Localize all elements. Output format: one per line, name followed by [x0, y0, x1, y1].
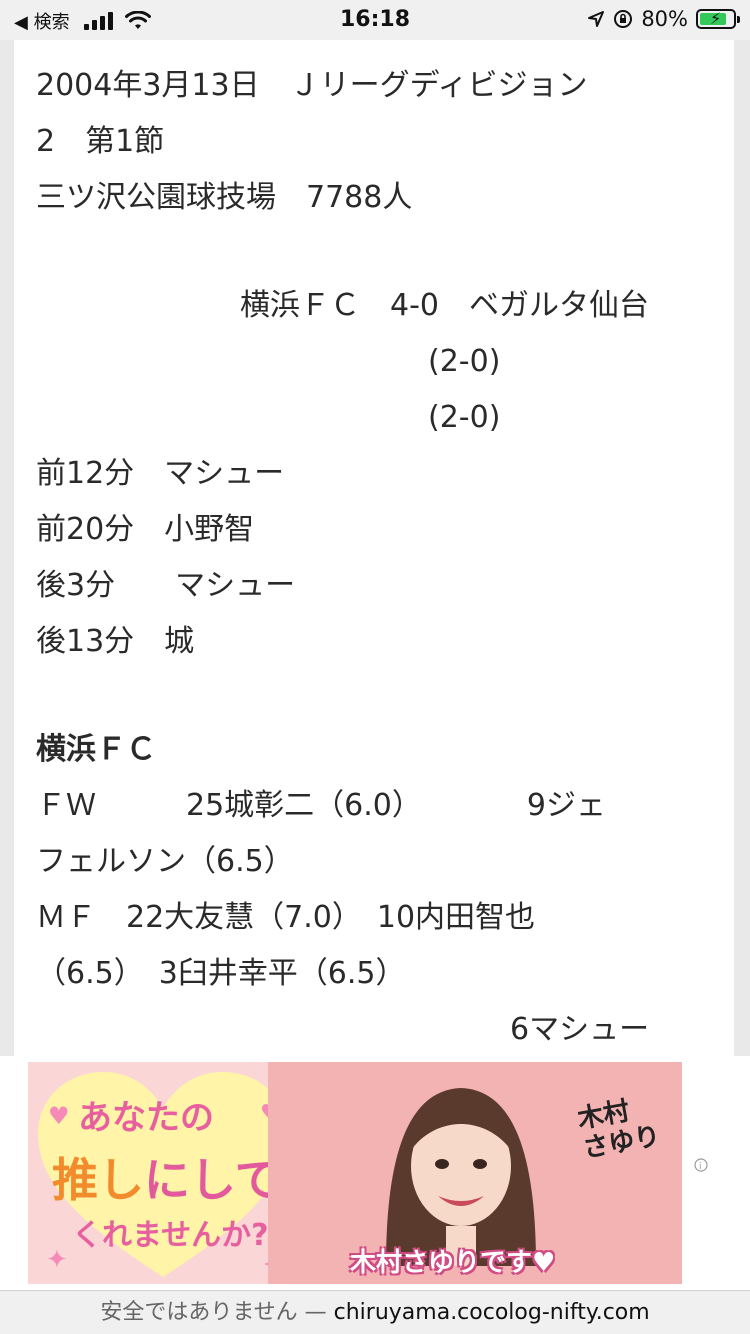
location-icon [588, 11, 605, 27]
match-date-line: 2004年3月13日 Ｊリーグディビジョン [36, 68, 588, 103]
ad-headline-1: あなたの [78, 1098, 214, 1138]
charging-icon: ⚡ [710, 9, 722, 28]
battery-percent: 80% [641, 7, 688, 31]
goal-line: 前20分 小野智 [36, 512, 255, 547]
goal-line: 後3分 マシュー [36, 568, 296, 603]
status-bar: ◀ 検索 16:18 80% ⚡ [0, 0, 750, 40]
first-half-score: (2-0) [428, 344, 501, 379]
svg-text:✦: ✦ [46, 1245, 68, 1275]
lineup-line: ＦＷ 25城彰二（6.0） 9ジェ [36, 788, 606, 823]
lineup-line: ＭＦ 22大友慧（7.0） 10内田智也 [36, 900, 536, 935]
lineup-line: （6.5） 3臼井幸平（6.5） [36, 956, 406, 991]
ad-signature: 木村 さゆり [575, 1096, 663, 1165]
battery-icon: ⚡ [696, 9, 740, 29]
svg-text:♥: ♥ [48, 1102, 70, 1130]
banner-ad[interactable]: ♥ ♥ ✦ ✦ あなたの 推しにして くれませんか? 木村さゆりです♥ 木村 さ… [0, 1056, 750, 1290]
ad-creative[interactable]: ♥ ♥ ✦ ✦ あなたの 推しにして くれませんか? 木村さゆりです♥ 木村 さ… [28, 1062, 682, 1284]
ad-photo: 木村さゆりです♥ 木村 さゆり [268, 1062, 682, 1284]
url-host[interactable]: chiruyama.cocolog-nifty.com [334, 1300, 650, 1325]
ad-headline-rest: にして [144, 1153, 281, 1207]
match-round-line: 2 第1節 [36, 124, 165, 159]
ad-headline-2: 推しにして [52, 1144, 281, 1210]
lineup-line: 6マシュー [510, 1012, 650, 1047]
second-half-score: (2-0) [428, 400, 501, 435]
address-bar[interactable]: 安全ではありません — chiruyama.cocolog-nifty.com [0, 1290, 750, 1334]
ad-info-icon[interactable]: i [694, 1158, 708, 1172]
status-right: 80% ⚡ [587, 7, 740, 31]
lineup-line: フェルソン（6.5） [36, 844, 294, 879]
security-warning: 安全ではありません — [100, 1300, 334, 1325]
venue-line: 三ツ沢公園球技場 7788人 [36, 180, 413, 215]
article-page: 2004年3月13日 Ｊリーグディビジョン 2 第1節 三ツ沢公園球技場 778… [14, 40, 734, 1056]
portrait-illustration [386, 1088, 536, 1266]
score-line: 横浜ＦＣ 4-0 ベガルタ仙台 [240, 288, 649, 323]
ad-headline-3: くれませんか? [72, 1218, 269, 1253]
svg-text:i: i [699, 1162, 702, 1172]
goal-line: 後13分 城 [36, 624, 195, 659]
orientation-lock-icon [614, 10, 633, 28]
ad-headline-accent: 推し [52, 1153, 144, 1207]
ad-caption: 木村さゆりです♥ [350, 1248, 556, 1278]
goal-line: 前12分 マシュー [36, 456, 285, 491]
team-heading: 横浜ＦＣ [36, 732, 156, 767]
